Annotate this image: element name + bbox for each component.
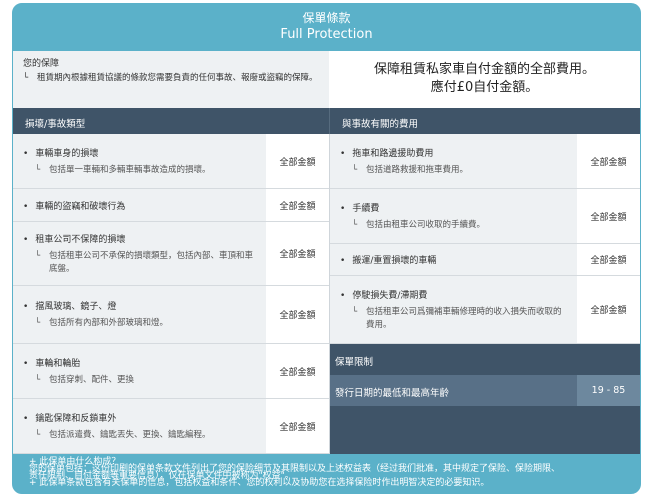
sub-item-icon: └ — [35, 250, 41, 261]
age-limit-label: 發行日期的最低和最高年齡 — [335, 388, 450, 399]
sub-item-icon: └ — [23, 73, 29, 83]
coverage-summary: 保障租賃私家車自付金額的全部費用。 — [373, 62, 595, 77]
coverage-description: 租賃期內根據租賃協議的條款您需要負責的任何事故、報廢或盜竊的保障。 — [37, 73, 318, 83]
related-costs-heading: 與事故有關的費用 — [329, 108, 640, 134]
coverage-row: 拖車和路邊援助費用 └ 包括道路救援和拖車費用。 全部金額 — [330, 134, 640, 189]
age-limit-value: 19 - 85 — [577, 375, 640, 406]
coverage-row: 車輛的盜竊和破壞行為全部金額 — [13, 189, 329, 222]
limits-heading: 保單限制 — [330, 344, 640, 375]
coverage-row: 租車公司不保障的損壞 └ 包括租車公司不承保的損壞類型，包括內部、車頂和車底盤。全部… — [13, 222, 329, 286]
related-costs-list: 拖車和路邊援助費用└包括道路救援和拖車費用。全部金額手續費└包括由租車公司收取的… — [330, 134, 640, 344]
item-amount: 全部金額 — [266, 286, 329, 343]
item-detail: 包括所有內部和外部玻璃和燈。 — [49, 318, 169, 328]
age-limit-row: 發行日期的最低和最高年齡 19 - 85 — [330, 375, 640, 406]
protection-card: 保單條款 Full Protection 您的保障 └ 租賃期內根據租賃協議的條款… — [12, 3, 641, 494]
item-amount: 全部金額 — [577, 276, 640, 343]
sub-item-icon: └ — [35, 429, 41, 440]
item-detail: 包括租車公司爲彌補車輛修理時的收入損失而收取的費用。 — [366, 306, 562, 330]
coverage-row: 手續費 └ 包括由租車公司收取的手續費。 全部金額 — [330, 189, 640, 244]
item-detail: 包括租車公司不承保的損壞類型，包括內部、車頂和車底盤。 — [49, 250, 254, 274]
item-title: 停駛損失費/滯期費 — [340, 288, 567, 301]
card-header: 保單條款 Full Protection — [13, 4, 640, 51]
card-title: 保單條款 — [302, 11, 351, 25]
coverage-row: 鑰匙保障和反鎖車外 └ 包括派遣費、鑰匙丟失、更換、鑰匙編程。 全部金額 — [13, 399, 329, 454]
sub-item-icon: └ — [352, 219, 358, 230]
item-amount: 全部金額 — [577, 134, 640, 188]
item-amount: 全部金額 — [266, 222, 329, 285]
coverage-row: 車輛車身的損壞 └ 包括單一車輛和多輛車輛事故造成的損壞。 全部金額 — [13, 134, 329, 189]
item-title: 手續費 — [340, 201, 567, 214]
item-title: 拖車和路邊援助費用 — [340, 146, 567, 159]
item-amount: 全部金額 — [266, 344, 329, 398]
coverage-row: 擋風玻璃、鏡子、燈 └ 包括所有內部和外部玻璃和燈。 全部金額 — [13, 286, 329, 344]
coverage-info: 您的保障 └ 租賃期內根據租賃協議的條款您需要負責的任何事故、報廢或盜竊的保障。 … — [13, 51, 640, 108]
footer-notes: + 此保单由什么构成？ 您的保单包括：这份印刷的保单条款文件列出了您的保险细节及… — [13, 454, 640, 493]
excess-summary: 應付£0自付金額。 — [430, 80, 539, 95]
item-amount: 全部金額 — [266, 134, 329, 188]
item-title: 車輪和輪胎 — [23, 356, 256, 369]
item-detail: 包括單一車輛和多輛車輛事故造成的損壞。 — [49, 164, 211, 175]
sub-item-icon: └ — [35, 374, 41, 385]
item-amount: 全部金額 — [577, 189, 640, 243]
item-amount: 全部金額 — [266, 189, 329, 221]
sub-item-icon: └ — [35, 318, 41, 328]
coverage-row: 停駛損失費/滯期費 └ 包括租車公司爲彌補車輛修理時的收入損失而收取的費用。全部金額 — [330, 276, 640, 344]
item-amount: 全部金額 — [577, 244, 640, 275]
sub-item-icon: └ — [352, 306, 358, 317]
item-title: 擋風玻璃、鏡子、燈 — [23, 299, 256, 312]
coverage-row: 搬運/重置損壞的車輛全部金額 — [330, 244, 640, 276]
item-title: 搬運/重置損壞的車輛 — [340, 253, 567, 266]
footer-toggle-info[interactable]: + 此保单条款包含有关保单的信息，包括权益和条件、您的权利以及协助您在选择保险时… — [29, 478, 489, 489]
damage-types-heading: 損壞/事故類型 — [25, 119, 86, 130]
item-title: 車輛車身的損壞 — [23, 146, 256, 159]
item-title: 租車公司不保障的損壞 — [23, 232, 256, 245]
item-title: 鑰匙保障和反鎖車外 — [23, 411, 256, 424]
sub-item-icon: └ — [35, 164, 41, 175]
item-amount: 全部金額 — [266, 399, 329, 453]
card-subtitle: Full Protection — [280, 27, 373, 42]
item-detail: 包括穿刺、配件、更換 — [49, 374, 135, 385]
item-detail: 包括由租車公司收取的手續費。 — [366, 219, 486, 230]
coverage-row: 車輪和輪胎 └ 包括穿刺、配件、更換 全部金額 — [13, 344, 329, 399]
item-title: 車輛的盜竊和破壞行為 — [23, 199, 256, 212]
coverage-label: 您的保障 — [23, 59, 60, 69]
damage-types-list: 車輛車身的損壞└包括單一車輛和多輛車輛事故造成的損壞。全部金額車輛的盜竊和破壞行… — [13, 134, 329, 454]
sub-item-icon: └ — [352, 164, 358, 175]
item-detail: 包括派遣費、鑰匙丟失、更換、鑰匙編程。 — [49, 429, 211, 440]
item-detail: 包括道路救援和拖車費用。 — [366, 164, 469, 175]
